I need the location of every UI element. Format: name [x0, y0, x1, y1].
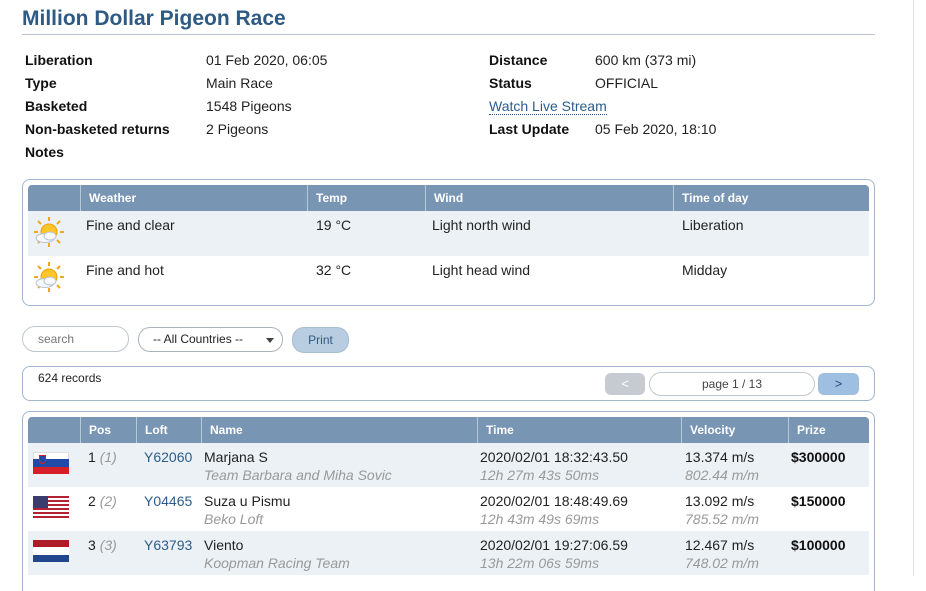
results-header-time: Time [477, 417, 681, 443]
pos-section-value: (3) [99, 537, 117, 553]
velocity-ms: 13.092 m/s [685, 493, 755, 509]
weather-table: Weather Temp Wind Time of day Fine and c… [22, 179, 875, 306]
pos-cell: 3 (3) [88, 537, 117, 553]
page-edge-rule [913, 0, 914, 576]
flight-duration: 13h 22m 06s 59ms [480, 555, 600, 571]
pos-value: 3 [88, 537, 96, 553]
page-indicator[interactable]: page 1 / 13 [649, 372, 815, 396]
pager-bar: 624 records < page 1 / 13 > [22, 366, 875, 401]
flight-duration: 12h 27m 43s 50ms [480, 467, 600, 483]
pos-value: 2 [88, 493, 96, 509]
pigeon-name: Suza u Pismu [204, 493, 291, 509]
results-table-header: Pos Loft Name Time Velocity Prize [28, 417, 869, 443]
pos-section-value: (1) [99, 449, 117, 465]
pos-value: 1 [88, 449, 96, 465]
arrival-time: 2020/02/01 18:32:43.50 [480, 449, 628, 465]
temp-cell: 19 °C [316, 217, 352, 233]
info-value: OFFICIAL [595, 75, 659, 91]
next-page-button[interactable]: > [818, 373, 859, 395]
pigeon-name: Viento [204, 537, 244, 553]
info-label: Non-basketed returns [25, 121, 170, 137]
velocity-ms: 13.374 m/s [685, 449, 755, 465]
arrival-time: 2020/02/01 19:27:06.59 [480, 537, 628, 553]
loft-link[interactable]: Y04465 [144, 493, 192, 509]
velocity-mm: 802.44 m/m [685, 467, 759, 483]
weather-cell: Fine and clear [86, 217, 175, 233]
results-header-flag-col [28, 417, 80, 443]
country-select-value: -- All Countries -- [153, 332, 244, 346]
weather-header-icon-col [28, 185, 80, 211]
velocity-mm: 785.52 m/m [685, 511, 759, 527]
usa-flag-icon [33, 496, 69, 518]
info-label: Last Update [489, 121, 570, 137]
pos-cell: 2 (2) [88, 493, 117, 509]
time-of-day-cell: Liberation [682, 217, 744, 233]
results-header-prize: Prize [788, 417, 869, 443]
prize-cell: $150000 [791, 493, 846, 509]
arrival-time: 2020/02/01 18:48:49.69 [480, 493, 628, 509]
weather-row: Fine and clear 19 °C Light north wind Li… [28, 211, 869, 256]
search-input[interactable] [22, 326, 129, 352]
info-value: 600 km (373 mi) [595, 52, 697, 68]
info-value: 01 Feb 2020, 06:05 [206, 52, 328, 68]
chevron-down-icon [266, 338, 274, 343]
info-value: 2 Pigeons [206, 121, 269, 137]
team-name: Koopman Racing Team [204, 555, 350, 571]
info-label: Distance [489, 52, 548, 68]
slovenia-flag-icon [33, 452, 69, 474]
wind-cell: Light head wind [432, 262, 531, 278]
weather-header-time: Time of day [673, 185, 869, 211]
weather-header-temp: Temp [307, 185, 425, 211]
pos-section-value: (2) [99, 493, 117, 509]
results-table: Pos Loft Name Time Velocity Prize 1 (1) … [22, 411, 875, 591]
loft-link[interactable]: Y62060 [144, 449, 192, 465]
weather-table-header: Weather Temp Wind Time of day [28, 185, 869, 211]
country-select[interactable]: -- All Countries -- [138, 327, 283, 352]
watch-live-stream-link[interactable]: Watch Live Stream [489, 98, 607, 115]
table-row[interactable]: 2 (2) Y04465 Suza u Pismu Beko Loft 2020… [28, 487, 869, 531]
table-row[interactable]: 3 (3) Y63793 Viento Koopman Racing Team … [28, 531, 869, 575]
pos-cell: 1 (1) [88, 449, 117, 465]
wind-cell: Light north wind [432, 217, 531, 233]
page-title: Million Dollar Pigeon Race [22, 7, 286, 30]
prize-cell: $300000 [791, 449, 846, 465]
info-label: Liberation [25, 52, 93, 68]
sun-cloud-icon [34, 217, 64, 247]
title-divider [22, 34, 875, 35]
results-header-velocity: Velocity [681, 417, 788, 443]
velocity-ms: 12.467 m/s [685, 537, 755, 553]
results-header-loft: Loft [136, 417, 201, 443]
info-value: Main Race [206, 75, 273, 91]
velocity-mm: 748.02 m/m [685, 555, 759, 571]
team-name: Team Barbara and Miha Sovic [204, 467, 392, 483]
info-row-stream: Watch Live Stream [489, 98, 607, 118]
weather-row: Fine and hot 32 °C Light head wind Midda… [28, 256, 869, 301]
temp-cell: 32 °C [316, 262, 352, 278]
info-label: Status [489, 75, 532, 91]
records-count: 624 records [38, 371, 102, 385]
weather-cell: Fine and hot [86, 262, 164, 278]
loft-link[interactable]: Y63793 [144, 537, 192, 553]
info-label: Type [25, 75, 57, 91]
print-button[interactable]: Print [292, 327, 349, 353]
results-header-name: Name [201, 417, 477, 443]
info-value: 1548 Pigeons [206, 98, 292, 114]
prize-cell: $100000 [791, 537, 846, 553]
weather-header-wind: Wind [425, 185, 673, 211]
info-value: 05 Feb 2020, 18:10 [595, 121, 717, 137]
netherlands-flag-icon [33, 540, 69, 562]
table-row[interactable]: 1 (1) Y62060 Marjana S Team Barbara and … [28, 443, 869, 487]
info-label: Basketed [25, 98, 88, 114]
time-of-day-cell: Midday [682, 262, 728, 278]
pigeon-name: Marjana S [204, 449, 268, 465]
results-header-pos: Pos [80, 417, 136, 443]
weather-header-weather: Weather [80, 185, 307, 211]
sun-cloud-icon [34, 262, 64, 292]
info-label: Notes [25, 144, 64, 160]
team-name: Beko Loft [204, 511, 264, 527]
flight-duration: 12h 43m 49s 69ms [480, 511, 600, 527]
prev-page-button[interactable]: < [605, 373, 645, 395]
